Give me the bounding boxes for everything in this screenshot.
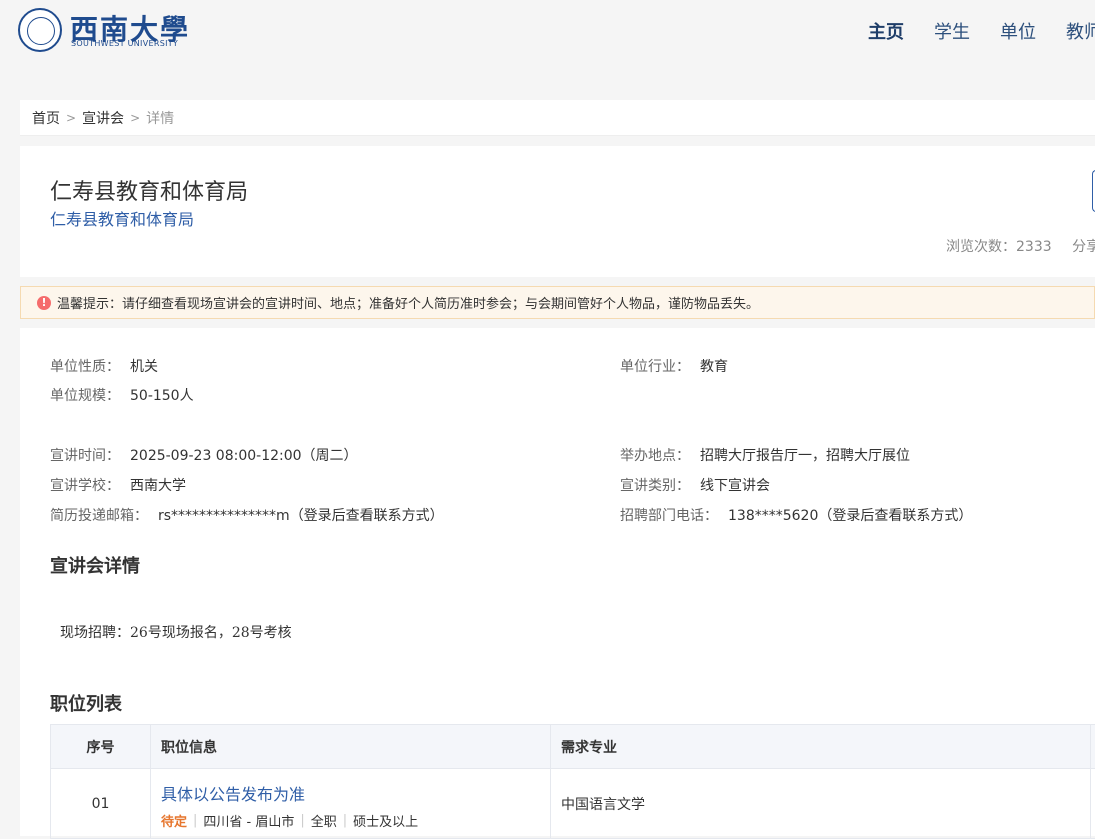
field-value: 教育: [700, 359, 728, 375]
field-school: 宣讲学校： 西南大学: [50, 475, 186, 495]
company-link[interactable]: 仁寿县教育和体育局: [50, 206, 194, 230]
table-row: 01 具体以公告发布为准 待定 | 四川省 - 眉山市 | 全职 | 硕士及以上…: [51, 769, 1095, 839]
views-label: 浏览次数：: [946, 239, 1016, 255]
nav-students[interactable]: 学生: [934, 18, 970, 44]
field-type: 宣讲类别： 线下宣讲会: [620, 475, 770, 495]
field-label: 单位性质：: [50, 359, 120, 375]
chevron-right-icon: >: [130, 110, 141, 125]
alert-icon: !: [37, 295, 51, 310]
field-label: 单位规模：: [50, 388, 120, 404]
field-value: 西南大学: [130, 478, 186, 494]
table-header: 序号 职位信息 需求专业: [51, 724, 1095, 769]
field-label: 单位行业：: [620, 359, 690, 375]
field-place: 举办地点： 招聘大厅报告厅一，招聘大厅展位: [620, 445, 910, 465]
field-scale: 单位规模： 50-150人: [50, 385, 194, 405]
field-label: 宣讲学校：: [50, 478, 120, 494]
university-logo[interactable]: 西南大學 SOUTHWEST UNIVERSITY: [18, 8, 188, 52]
views-count: 2333: [1016, 239, 1052, 255]
job-major: 中国语言文学: [551, 769, 1091, 838]
jobs-table: 序号 职位信息 需求专业 01 具体以公告发布为准 待定 | 四川省 - 眉山市…: [50, 724, 1095, 839]
field-time: 宣讲时间： 2025-09-23 08:00-12:00（周二）: [50, 445, 358, 465]
field-label: 宣讲时间：: [50, 448, 120, 464]
field-industry: 单位行业： 教育: [620, 356, 728, 376]
meta-divider: |: [342, 813, 348, 828]
column-header-info: 职位信息: [151, 724, 551, 769]
jobs-section-title: 职位列表: [50, 694, 122, 715]
detail-text: 现场招聘：26号现场报名，28号考核: [60, 625, 292, 641]
column-header-no: 序号: [51, 724, 151, 769]
breadcrumb-home[interactable]: 首页: [32, 108, 60, 128]
university-emblem-icon: [18, 8, 62, 52]
field-label: 举办地点：: [620, 448, 690, 464]
breadcrumb: 首页 > 宣讲会 > 详情: [20, 100, 1095, 136]
breadcrumb-current: 详情: [146, 110, 175, 127]
field-value: 2025-09-23 08:00-12:00（周二）: [130, 448, 358, 464]
field-label: 招聘部门电话：: [620, 508, 718, 524]
notice-banner: ! 温馨提示：请仔细查看现场宣讲会的宣讲时间、地点；准备好个人简历准时参会；与会…: [20, 286, 1095, 319]
detail-section-title: 宣讲会详情: [50, 556, 140, 577]
job-title-link[interactable]: 具体以公告发布为准: [161, 781, 550, 805]
field-value: 138****5620（登录后查看联系方式）: [728, 508, 973, 524]
field-label: 简历投递邮箱：: [50, 508, 148, 524]
field-label: 宣讲类别：: [620, 478, 690, 494]
share-button[interactable]: 分享: [1072, 239, 1095, 255]
column-header-major: 需求专业: [551, 724, 1091, 769]
nav-teachers[interactable]: 教师: [1066, 18, 1095, 44]
page-stats: 浏览次数：2333 分享: [946, 236, 1095, 256]
job-status-badge: 待定: [161, 815, 188, 830]
field-phone: 招聘部门电话： 138****5620（登录后查看联系方式）: [620, 505, 972, 525]
field-email: 简历投递邮箱： rs***************m（登录后查看联系方式）: [50, 505, 444, 525]
field-nature: 单位性质： 机关: [50, 356, 158, 376]
field-value: rs***************m（登录后查看联系方式）: [158, 508, 444, 524]
job-info: 具体以公告发布为准 待定 | 四川省 - 眉山市 | 全职 | 硕士及以上: [151, 769, 551, 838]
notice-text: 温馨提示：请仔细查看现场宣讲会的宣讲时间、地点；准备好个人简历准时参会；与会期间…: [57, 297, 760, 312]
nav-home[interactable]: 主页: [868, 18, 904, 44]
meta-divider: |: [300, 813, 305, 828]
job-type: 全职: [310, 815, 337, 830]
logo-english-name: SOUTHWEST UNIVERSITY: [71, 39, 179, 48]
field-value: 线下宣讲会: [700, 478, 770, 494]
nav-employers[interactable]: 单位: [1000, 18, 1036, 44]
breadcrumb-section[interactable]: 宣讲会: [82, 108, 124, 128]
event-details: 单位性质： 机关 单位行业： 教育 单位规模： 50-150人 宣讲时间： 2025-0…: [20, 328, 1095, 839]
field-value: 机关: [130, 359, 158, 375]
chevron-right-icon: >: [66, 110, 77, 125]
job-meta: 待定 | 四川省 - 眉山市 | 全职 | 硕士及以上: [161, 811, 550, 830]
job-degree: 硕士及以上: [353, 815, 419, 830]
site-header: 西南大學 SOUTHWEST UNIVERSITY 主页 学生 单位 教师: [0, 0, 1095, 90]
main-nav: 主页 学生 单位 教师: [868, 18, 1095, 44]
meta-divider: |: [193, 813, 198, 828]
major-text: 中国语言文学: [561, 796, 645, 813]
job-location: 四川省 - 眉山市: [203, 815, 295, 830]
field-value: 招聘大厅报告厅一，招聘大厅展位: [700, 448, 910, 464]
field-value: 50-150人: [130, 388, 194, 404]
event-title-card: 仁寿县教育和体育局 仁寿县教育和体育局 浏览次数：2333 分享: [20, 146, 1095, 277]
row-number: 01: [51, 769, 151, 838]
page-title: 仁寿县教育和体育局: [50, 180, 249, 205]
